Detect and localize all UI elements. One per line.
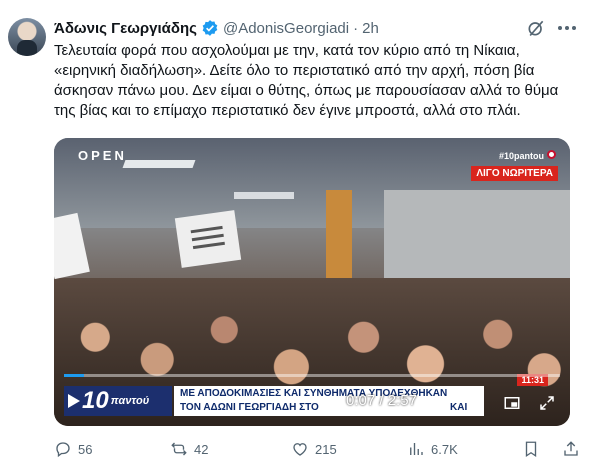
reply-icon	[56, 442, 70, 458]
like-count: 215	[315, 441, 337, 457]
bookmark-icon	[525, 441, 537, 458]
author-handle[interactable]: @AdonisGeorgiadi	[223, 20, 349, 37]
tweet-time[interactable]: 2h	[362, 20, 379, 37]
views-icon	[410, 443, 423, 455]
share-button[interactable]	[562, 440, 580, 458]
fullscreen-icon[interactable]	[538, 394, 556, 412]
heart-icon	[293, 443, 307, 456]
video-player[interactable]: OPEN #10pantou ΛΙΓΟ ΝΩΡΙΤΕΡΑ 10 παντού Μ…	[54, 138, 570, 426]
retweet-button[interactable]: 42	[170, 440, 208, 458]
play-arrow-icon	[68, 394, 80, 408]
video-progress-bar[interactable]	[64, 374, 560, 377]
views-count: 6.7K	[431, 441, 458, 457]
channel-logo: OPEN	[78, 148, 127, 163]
action-bar: 56 42 215 6.7K	[54, 440, 579, 460]
earlier-badge: ΛΙΓΟ ΝΩΡΙΤΕΡΑ	[471, 166, 558, 181]
more-icon[interactable]	[558, 26, 578, 32]
channel-bug: 10 παντού	[64, 386, 172, 416]
views-button[interactable]: 6.7K	[407, 440, 458, 458]
verified-badge-icon	[202, 20, 218, 36]
share-icon	[564, 441, 578, 456]
video-frame-light	[122, 160, 196, 168]
tweet-card[interactable]: Άδωνις Γεωργιάδης @AdonisGeorgiadi · 2h …	[0, 0, 589, 474]
video-hashtag: #10pantou	[498, 151, 544, 161]
avatar[interactable]	[8, 18, 46, 56]
headline-line-2: ΤΟΝ ΑΔΩΝΙ ΓΕΩΡΓΙΑΔΗ ΣΤΟ ΚΑΙ	[180, 402, 467, 413]
retweet-icon	[171, 442, 187, 456]
reply-count: 56	[78, 441, 93, 457]
video-progress-fill	[64, 374, 84, 377]
mute-icon[interactable]	[425, 394, 443, 412]
author-name[interactable]: Άδωνις Γεωργιάδης	[54, 20, 197, 37]
channel-number: 10	[82, 387, 109, 414]
grok-icon[interactable]	[526, 18, 546, 38]
video-frame-placard	[174, 210, 242, 268]
separator-dot: ·	[353, 19, 359, 37]
video-frame-wall	[384, 190, 570, 280]
headline-line-2-text: ΤΟΝ ΑΔΩΝΙ ΓΕΩΡΓΙΑΔΗ ΣΤΟ	[180, 402, 319, 413]
tweet-text: Τελευταία φορά που ασχολούμαι με την, κα…	[54, 42, 559, 119]
live-indicator-icon	[547, 150, 556, 159]
settings-gear-icon[interactable]	[467, 394, 485, 412]
video-time: 0:07 / 2:57	[346, 392, 417, 409]
retweet-count: 42	[194, 441, 209, 457]
bookmark-button[interactable]	[522, 440, 540, 458]
headline-line-2-tail: ΚΑΙ	[450, 402, 468, 413]
tweet-header: Άδωνις Γεωργιάδης @AdonisGeorgiadi · 2h	[54, 18, 379, 38]
pip-icon[interactable]	[503, 394, 521, 412]
like-button[interactable]: 215	[291, 440, 337, 458]
video-frame-light	[234, 192, 294, 199]
lower-third: 10 παντού ΜΕ ΑΠΟΔΟΚΙΜΑΣΙΕΣ ΚΑΙ ΣΥΝΘΗΜΑΤΑ…	[54, 374, 570, 418]
reply-button[interactable]: 56	[54, 440, 92, 458]
channel-name: παντού	[110, 395, 150, 407]
